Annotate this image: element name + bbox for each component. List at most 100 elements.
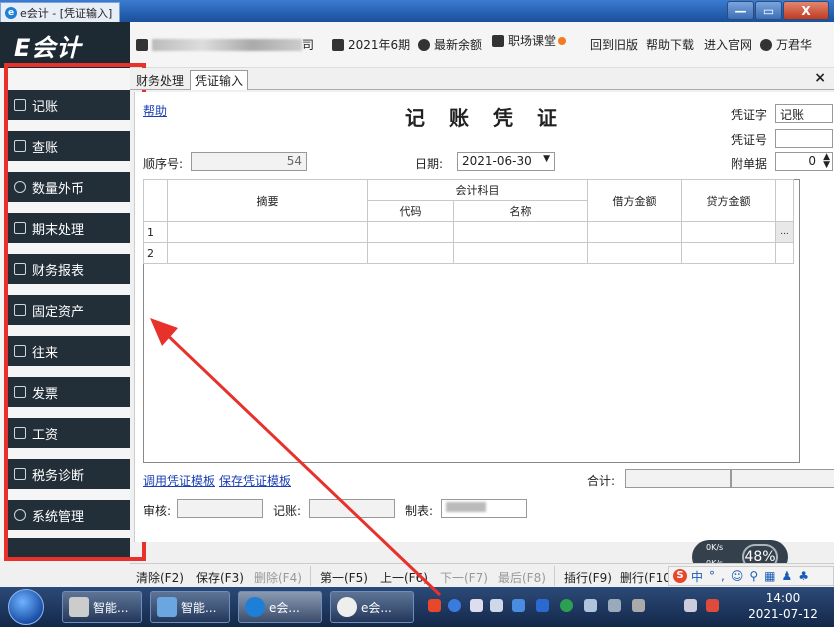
balance-info[interactable]: 最新余额 bbox=[418, 36, 482, 53]
row-number: 2 bbox=[143, 242, 168, 264]
clear-button[interactable]: 清除(F2) bbox=[136, 569, 184, 586]
debit-cell[interactable] bbox=[587, 242, 682, 264]
taskbar-app-2[interactable]: 智能... bbox=[150, 591, 230, 623]
app-header: E会计 司 2021年6期 最新余额 职场课堂 回到旧版 帮助下载 进入官网 万… bbox=[0, 22, 834, 68]
sidebar-item-label: 期末处理 bbox=[32, 222, 85, 238]
monitor-tray-icon[interactable] bbox=[608, 599, 621, 612]
help-tray-icon[interactable] bbox=[448, 599, 461, 612]
ellipsis-button[interactable]: ... bbox=[775, 221, 794, 243]
sidebar-item-fixed-assets[interactable]: 固定资产 bbox=[6, 295, 130, 325]
e-browser-icon bbox=[245, 597, 265, 617]
first-button[interactable]: 第一(F5) bbox=[320, 569, 368, 586]
sidebar-item-period-end[interactable]: 期末处理 bbox=[6, 213, 130, 243]
taskbar-app-1[interactable]: 智能... bbox=[62, 591, 142, 623]
sidebar-item-invoice[interactable]: 发票 bbox=[6, 377, 130, 407]
date-label: 日期: bbox=[415, 157, 444, 171]
voucher-no-label: 凭证号 bbox=[731, 133, 768, 147]
help-link[interactable]: 帮助 bbox=[143, 102, 167, 119]
entry-table: 摘要 会计科目 借方金额 贷方金额 代码 名称 1 ... 2 bbox=[143, 179, 794, 264]
code-cell[interactable] bbox=[367, 221, 454, 243]
taskbar-app-3[interactable]: e会... bbox=[238, 591, 322, 623]
shield-tray-icon[interactable] bbox=[512, 599, 525, 612]
flag-tray-icon[interactable] bbox=[684, 599, 697, 612]
sidebar-item-bookkeeping[interactable]: 记账 bbox=[6, 90, 130, 120]
summary-cell[interactable] bbox=[167, 221, 368, 243]
back-old-link[interactable]: 回到旧版 bbox=[590, 36, 638, 53]
credit-cell[interactable] bbox=[681, 221, 776, 243]
task-label: e会... bbox=[269, 600, 300, 615]
sogou-icon: S bbox=[673, 569, 687, 583]
sidebar-item-tax[interactable]: 税务诊断 bbox=[6, 459, 130, 489]
sidebar-item-label: 系统管理 bbox=[32, 509, 85, 525]
classroom-link[interactable]: 职场课堂 bbox=[492, 32, 567, 49]
credit-cell[interactable] bbox=[681, 242, 776, 264]
taskbar-app-4[interactable]: e会... bbox=[330, 591, 414, 623]
summary-cell[interactable] bbox=[167, 242, 368, 264]
name-cell[interactable] bbox=[453, 221, 588, 243]
sidebar-item-system[interactable]: 系统管理 bbox=[6, 500, 130, 530]
next-button[interactable]: 下一(F7) bbox=[440, 569, 488, 586]
total-credit-field bbox=[731, 469, 834, 488]
stepper-arrows-icon[interactable]: ▲ ▼ bbox=[823, 153, 830, 170]
minimize-button[interactable]: — bbox=[727, 1, 754, 20]
security-tray-icon[interactable] bbox=[536, 599, 549, 612]
window-tab[interactable]: e e会计 - [凭证输入] bbox=[0, 2, 120, 22]
ime-toolbar[interactable]: S 中 °,☺⚲▦♟♣ bbox=[668, 566, 834, 586]
save-button[interactable]: 保存(F3) bbox=[196, 569, 244, 586]
attach-value: 0 bbox=[808, 154, 816, 168]
delete-button[interactable]: 删除(F4) bbox=[254, 569, 302, 586]
insert-row-button[interactable]: 插行(F9) bbox=[564, 569, 612, 586]
usb-tray-icon[interactable] bbox=[632, 599, 645, 612]
col-account: 会计科目 bbox=[367, 179, 588, 201]
toolbar-divider bbox=[310, 566, 311, 586]
invoice-icon bbox=[14, 386, 26, 398]
tab-voucher-input[interactable]: 凭证输入 bbox=[190, 70, 249, 90]
avatar-icon bbox=[337, 597, 357, 617]
code-cell[interactable] bbox=[367, 242, 454, 264]
sidebar-item-label: 往来 bbox=[32, 345, 59, 361]
clock-date: 2021-07-12 bbox=[748, 607, 818, 621]
sidebar-item-reports[interactable]: 财务报表 bbox=[6, 254, 130, 284]
refresh-tray-icon[interactable] bbox=[560, 599, 573, 612]
sidebar-item-exchange[interactable]: 往来 bbox=[6, 336, 130, 366]
name-cell[interactable] bbox=[453, 242, 588, 264]
sidebar-item-salary[interactable]: 工资 bbox=[6, 418, 130, 448]
sidebar-item-query[interactable]: 查账 bbox=[6, 131, 130, 161]
period-info[interactable]: 2021年6期 bbox=[332, 36, 410, 53]
seq-field: 54 bbox=[191, 152, 307, 171]
edit-icon bbox=[14, 99, 26, 111]
sidebar-item-currency[interactable]: 数量外币 bbox=[6, 172, 130, 202]
ime-tools-icon[interactable]: °,☺⚲▦♟♣ bbox=[709, 569, 815, 583]
seq-label: 顺序号: bbox=[143, 157, 184, 171]
official-site-link[interactable]: 进入官网 bbox=[704, 36, 752, 53]
ime-lang[interactable]: 中 bbox=[691, 568, 703, 585]
sync-tray-icon[interactable] bbox=[470, 599, 483, 612]
start-button-icon[interactable] bbox=[8, 589, 44, 625]
call-template-link[interactable]: 调用凭证模板 bbox=[143, 472, 215, 489]
voucher-word-field[interactable]: 记账 bbox=[775, 104, 833, 123]
speaker-tray-icon[interactable] bbox=[706, 599, 719, 612]
debit-cell[interactable] bbox=[587, 221, 682, 243]
table-row[interactable]: 2 bbox=[143, 242, 794, 264]
network-tray-icon[interactable] bbox=[584, 599, 597, 612]
maximize-button[interactable]: ▭ bbox=[755, 1, 782, 20]
help-download-link[interactable]: 帮助下载 bbox=[646, 36, 694, 53]
volume-tray-icon[interactable] bbox=[490, 599, 503, 612]
brand-logo: E会计 bbox=[0, 22, 130, 68]
close-tab-icon[interactable]: × bbox=[814, 70, 826, 86]
date-picker[interactable]: 2021-06-30 ▼ bbox=[457, 152, 555, 171]
close-button[interactable]: X bbox=[783, 1, 829, 20]
company-icon bbox=[136, 38, 148, 51]
tab-finance[interactable]: 财务处理 bbox=[132, 70, 188, 90]
row-header-corner bbox=[143, 179, 168, 222]
prev-button[interactable]: 上一(F6) bbox=[380, 569, 428, 586]
user-menu[interactable]: 万君华 bbox=[760, 36, 812, 53]
save-template-link[interactable]: 保存凭证模板 bbox=[219, 472, 291, 489]
attach-stepper[interactable]: 0 ▲ ▼ bbox=[775, 152, 833, 171]
table-row[interactable]: 1 ... bbox=[143, 221, 794, 243]
chevron-down-icon[interactable]: ▼ bbox=[543, 154, 550, 164]
last-button[interactable]: 最后(F8) bbox=[498, 569, 546, 586]
sogou-tray-icon[interactable] bbox=[428, 599, 441, 612]
voucher-no-field[interactable] bbox=[775, 129, 833, 148]
system-clock[interactable]: 14:00 2021-07-12 bbox=[740, 590, 826, 622]
